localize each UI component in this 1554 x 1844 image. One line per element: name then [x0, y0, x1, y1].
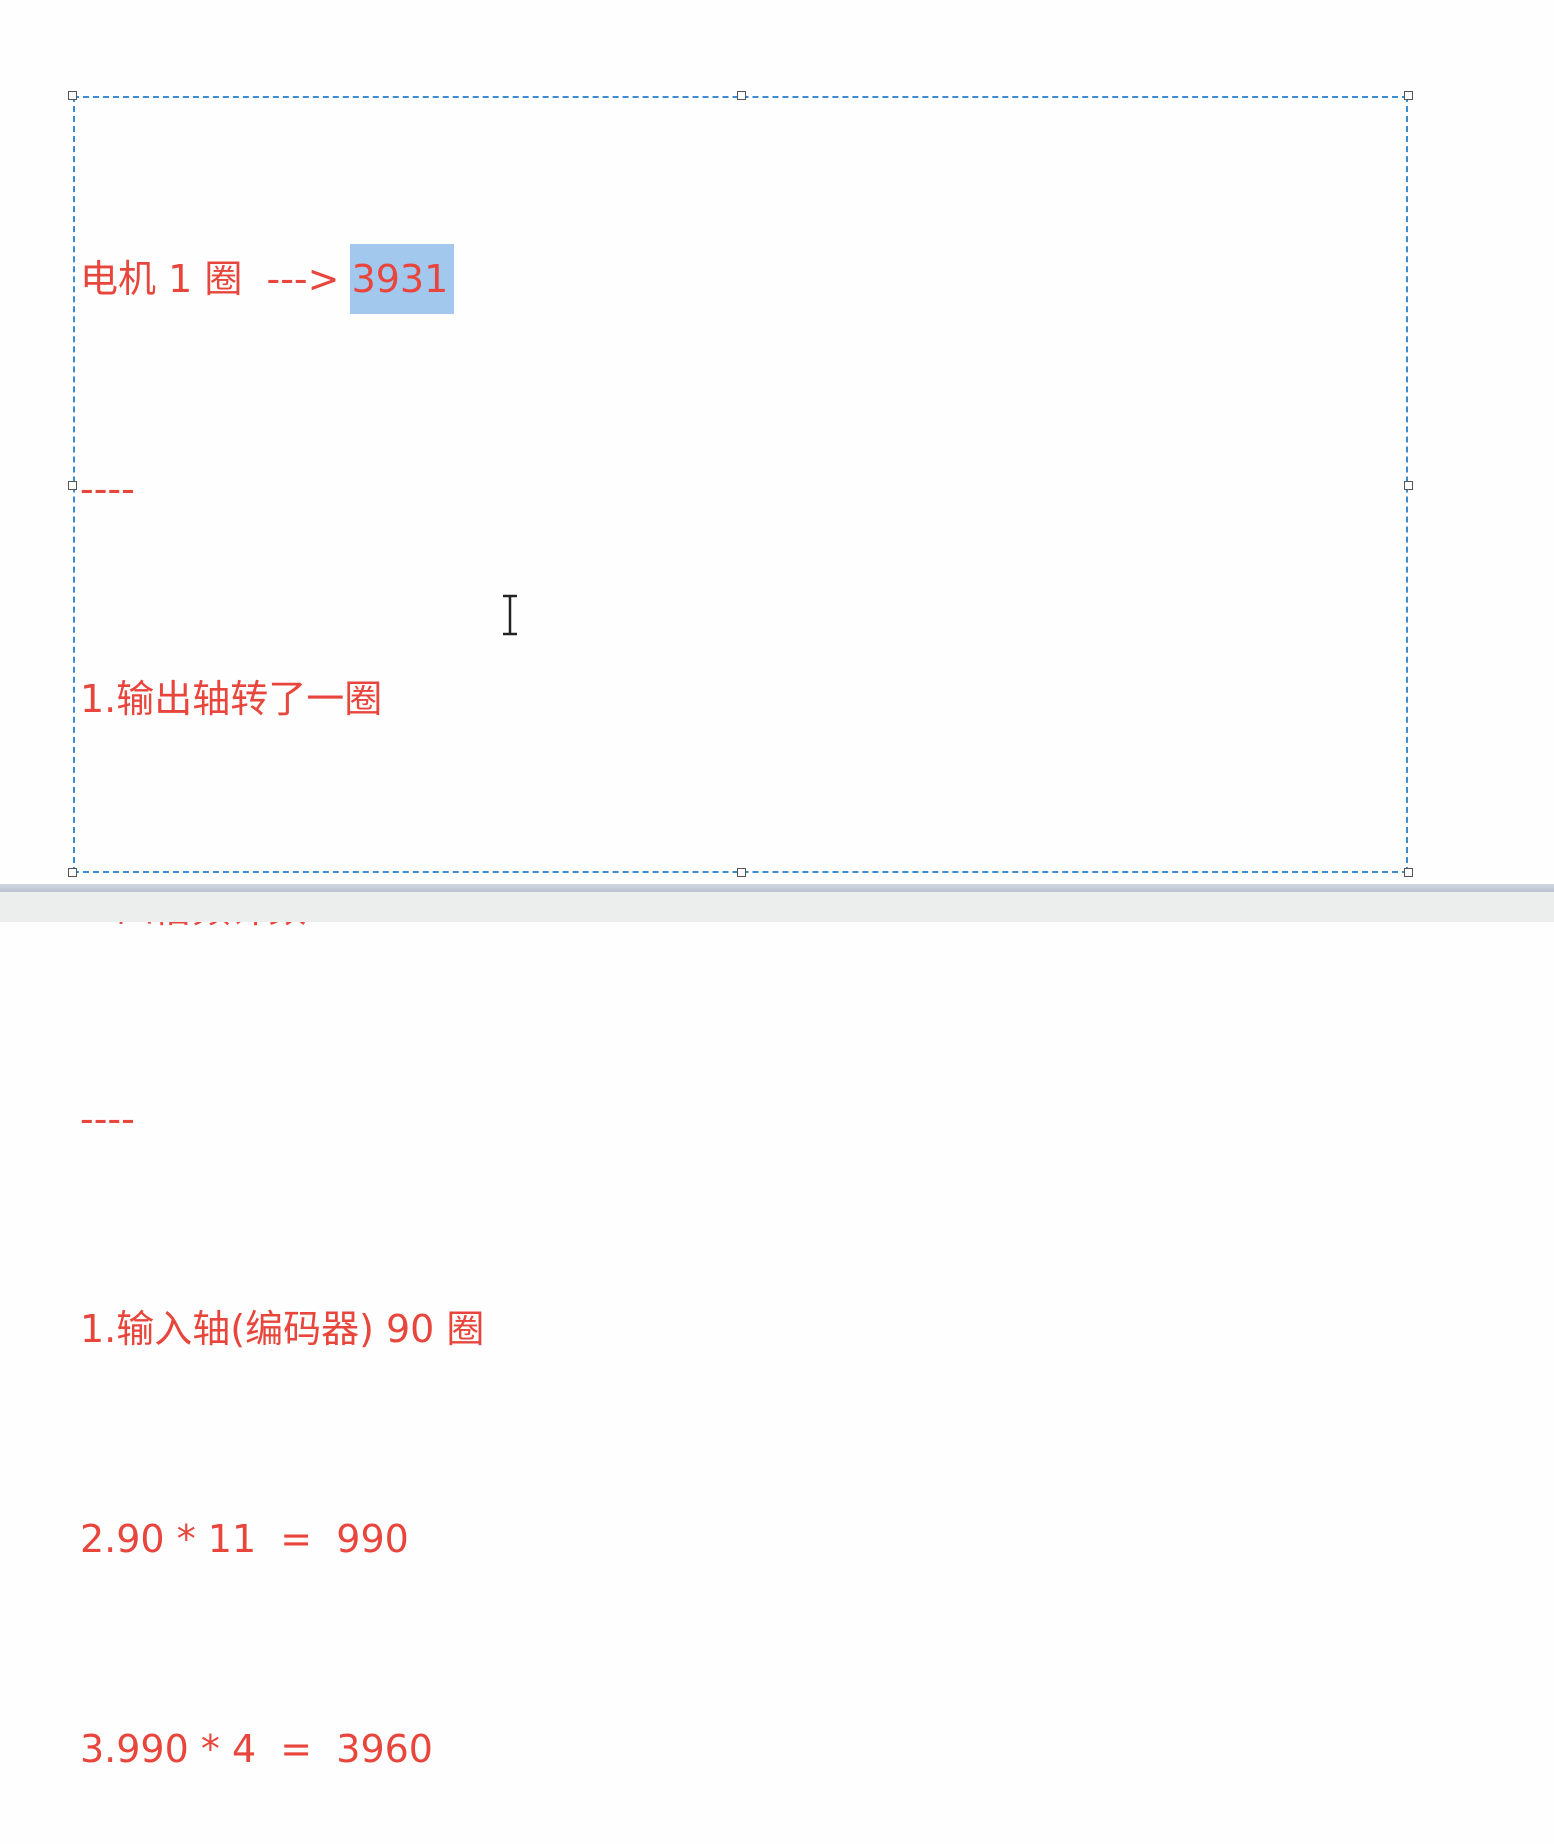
resize-handle-top[interactable]: [737, 91, 746, 100]
resize-handle-right[interactable]: [1404, 481, 1413, 490]
canvas: 电机 1 圈 ---> 3931 ---- 1.输出轴转了一圈 2.四倍频计数 …: [0, 0, 1554, 1771]
resize-handle-bottom-left[interactable]: [68, 868, 77, 877]
resize-handle-top-right[interactable]: [1404, 91, 1413, 100]
text-line: 1.输出轴转了一圈: [80, 677, 383, 721]
text-line-prefix: 电机 1 圈 --->: [80, 257, 352, 301]
resize-handle-top-left[interactable]: [68, 91, 77, 100]
text-line: ----: [80, 1097, 135, 1141]
text-line: 电机 1 圈 ---> 3931: [80, 244, 1390, 314]
text-cursor-icon: [503, 594, 517, 636]
resize-handle-left[interactable]: [68, 481, 77, 490]
text-content[interactable]: 电机 1 圈 ---> 3931 ---- 1.输出轴转了一圈 2.四倍频计数 …: [80, 104, 1390, 1844]
window-divider: [0, 884, 1554, 892]
text-line: 2.90 * 11 = 990: [80, 1517, 409, 1561]
text-line: 3.990 * 4 = 3960: [80, 1727, 433, 1771]
status-bar: [0, 892, 1554, 922]
selected-text[interactable]: 3931: [349, 244, 455, 314]
text-line: ----: [80, 467, 135, 511]
text-line: 1.输入轴(编码器) 90 圈: [80, 1307, 485, 1351]
resize-handle-bottom-right[interactable]: [1404, 868, 1413, 877]
